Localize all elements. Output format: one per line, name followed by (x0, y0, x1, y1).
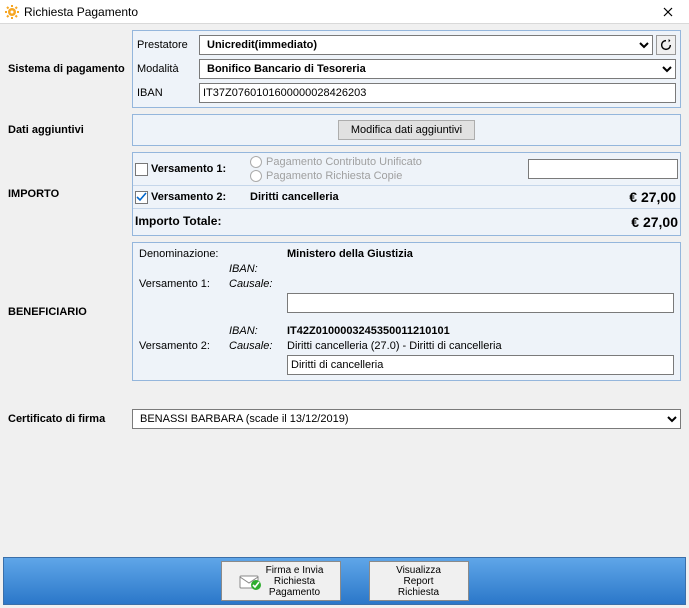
visualizza-report-label: Visualizza Report Richiesta (396, 565, 441, 598)
denom-value: Ministero della Giustizia (287, 248, 674, 260)
ben-v1-causale-input[interactable] (287, 293, 674, 313)
ben-v2-label: Versamento 2: (139, 340, 229, 352)
prestatore-select[interactable]: Unicredit(immediato) (199, 35, 653, 55)
v1-opt1-radio (250, 156, 262, 168)
versamento1-checkbox[interactable] (135, 163, 148, 176)
gear-icon (4, 4, 20, 20)
bottom-action-bar: Firma e Invia Richiesta Pagamento Visual… (3, 557, 686, 605)
firma-invia-label: Firma e Invia Richiesta Pagamento (266, 565, 324, 598)
iban-input[interactable] (199, 83, 676, 103)
v1-opt1-label: Pagamento Contributo Unificato (266, 156, 422, 168)
certificato-select[interactable]: BENASSI BARBARA (scade il 13/12/2019) (132, 409, 681, 429)
label-certificato: Certificato di firma (8, 409, 132, 429)
panel-dati-aggiuntivi: Modifica dati aggiuntivi (132, 114, 681, 146)
label-iban: IBAN (137, 87, 199, 99)
ben-v2-iban-value: IT42Z0100003245350011210101 (287, 325, 674, 337)
title-bar: Richiesta Pagamento (0, 0, 689, 24)
v2-desc: Diritti cancelleria (250, 191, 528, 203)
v1-opt2-label: Pagamento Richiesta Copie (266, 170, 402, 182)
label-importo: IMPORTO (8, 152, 132, 236)
ben-v1-iban-label: IBAN: (229, 263, 287, 275)
close-button[interactable] (653, 0, 683, 23)
modifica-dati-button[interactable]: Modifica dati aggiuntivi (338, 120, 475, 140)
versamento1-label: Versamento 1: (151, 163, 226, 175)
ben-v2-causale-value: Diritti cancelleria (27.0) - Diritti di … (287, 340, 674, 352)
versamento2-checkbox[interactable] (135, 191, 148, 204)
label-prestatore: Prestatore (137, 39, 199, 51)
panel-importo: Versamento 1: Pagamento Contributo Unifi… (132, 152, 681, 236)
total-value: € 27,00 (631, 214, 678, 230)
envelope-sign-icon (238, 569, 262, 593)
window-title: Richiesta Pagamento (24, 5, 653, 19)
label-dati-aggiuntivi: Dati aggiuntivi (8, 114, 132, 146)
label-beneficiario: BENEFICIARIO (8, 242, 132, 381)
panel-beneficiario: Denominazione: Ministero della Giustizia… (132, 242, 681, 381)
modalita-select[interactable]: Bonifico Bancario di Tesoreria (199, 59, 676, 79)
v1-amount-input[interactable] (528, 159, 678, 179)
label-modalita: Modalità (137, 63, 199, 75)
v1-opt2-radio (250, 170, 262, 182)
panel-sistema-pagamento: Prestatore Unicredit(immediato) Modalità (132, 30, 681, 108)
total-label: Importo Totale: (135, 214, 221, 230)
denom-label: Denominazione: (139, 248, 229, 260)
ben-v2-causale-input[interactable] (287, 355, 674, 375)
ben-v1-causale-label: Causale: (229, 278, 287, 290)
visualizza-report-button[interactable]: Visualizza Report Richiesta (369, 561, 469, 601)
reload-button[interactable] (656, 35, 676, 55)
v2-amount: € 27,00 (528, 189, 678, 205)
firma-invia-button[interactable]: Firma e Invia Richiesta Pagamento (221, 561, 341, 601)
ben-v2-causale-label: Causale: (229, 340, 287, 352)
ben-v1-label: Versamento 1: (139, 278, 229, 290)
ben-v2-iban-label: IBAN: (229, 325, 287, 337)
versamento2-label: Versamento 2: (151, 191, 226, 203)
label-sistema-pagamento: Sistema di pagamento (8, 30, 132, 108)
